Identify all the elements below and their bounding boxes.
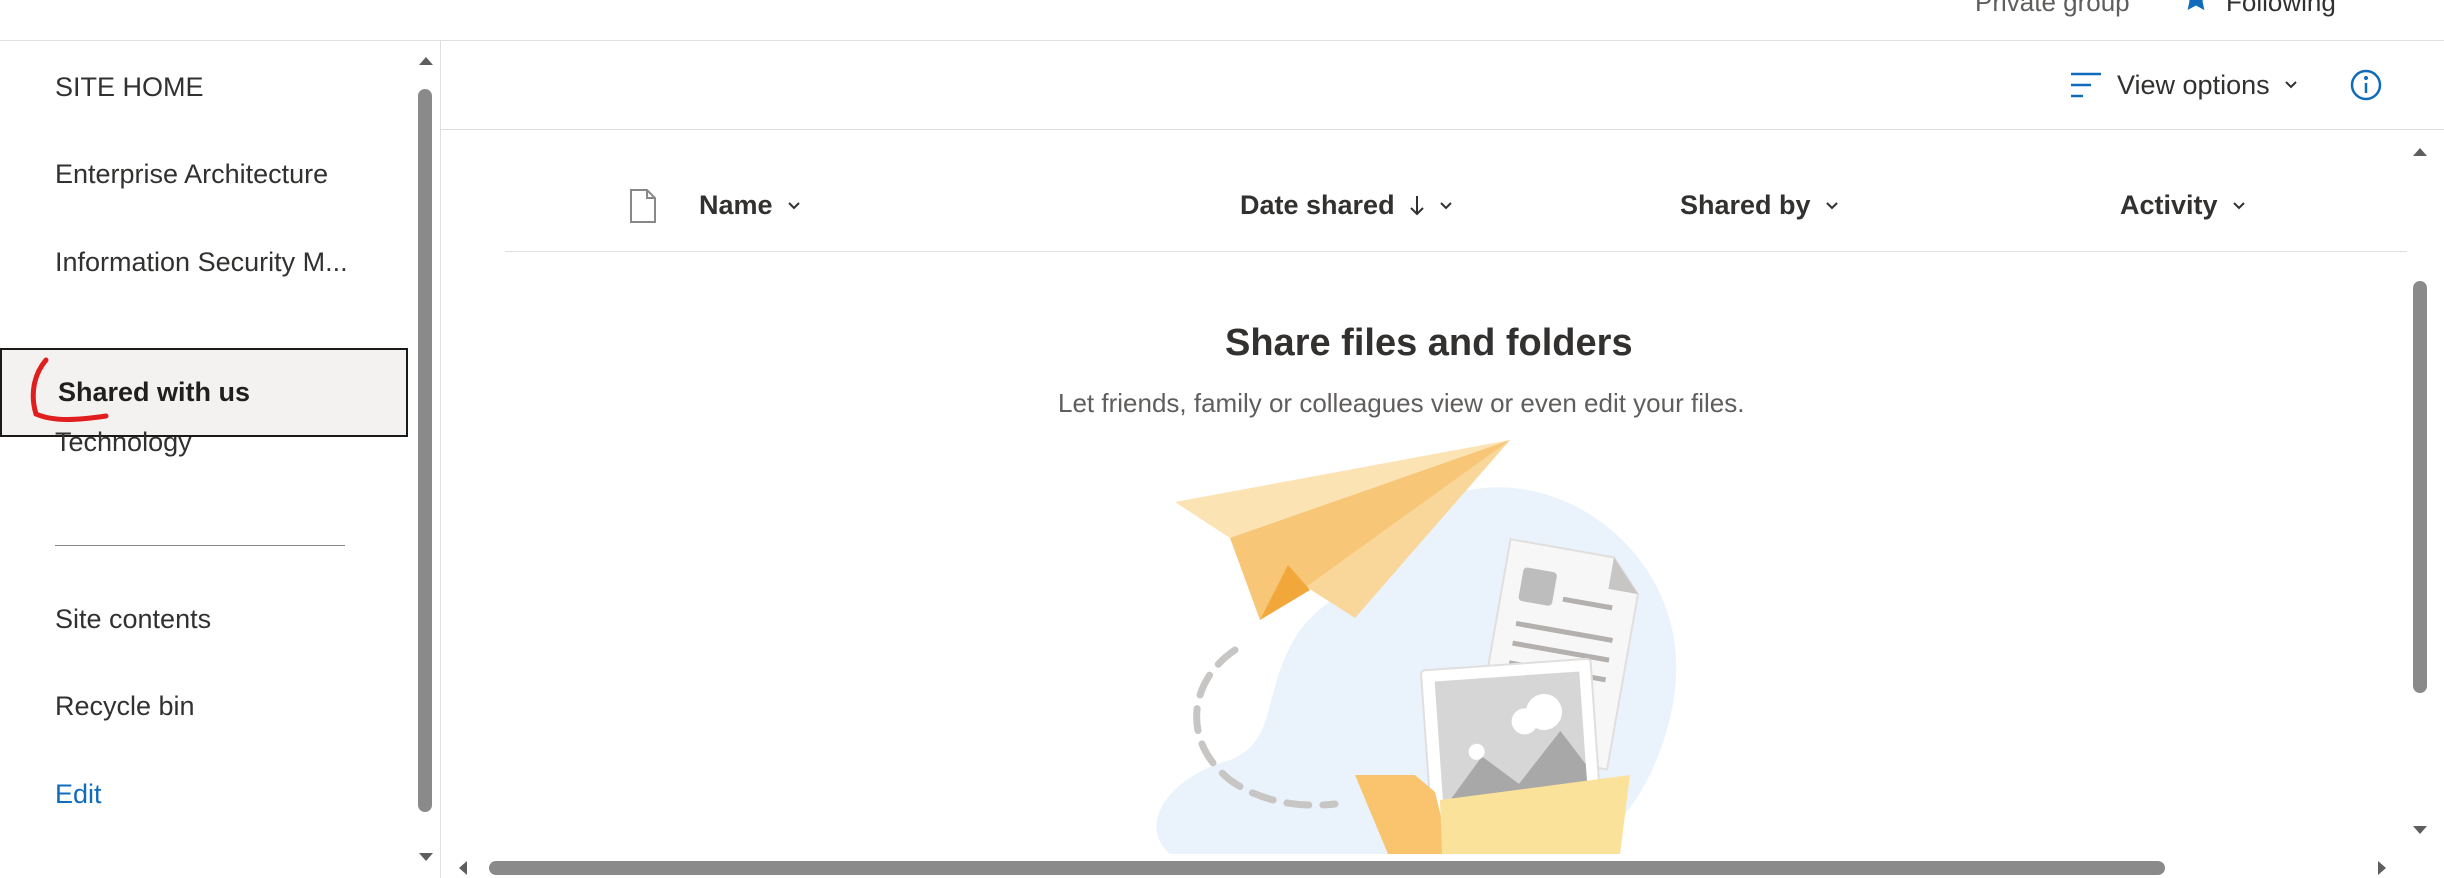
column-header-name[interactable]: Name xyxy=(699,190,801,221)
column-header-date-shared[interactable]: Date shared xyxy=(1240,190,1453,221)
content-vertical-scrollbar-thumb[interactable] xyxy=(2413,281,2427,693)
empty-state-title: Share files and folders xyxy=(1225,322,1633,364)
column-header-shared-by[interactable]: Shared by xyxy=(1680,190,1839,221)
sort-down-arrow-icon xyxy=(1409,195,1424,215)
scroll-up-arrow-icon[interactable] xyxy=(418,55,434,67)
column-header-name-label: Name xyxy=(699,190,773,220)
nav-scrollbar[interactable] xyxy=(412,41,441,878)
column-header-shared-by-label: Shared by xyxy=(1680,190,1811,220)
nav-edit-link[interactable]: Edit xyxy=(55,779,102,810)
scroll-up-arrow-icon[interactable] xyxy=(2412,146,2428,158)
info-icon[interactable] xyxy=(2349,68,2383,102)
scroll-right-arrow-icon[interactable] xyxy=(2376,860,2388,876)
nav-site-contents[interactable]: Site contents xyxy=(55,604,211,635)
column-header-date-shared-label: Date shared xyxy=(1240,190,1395,220)
content-horizontal-scrollbar-thumb[interactable] xyxy=(489,861,2165,875)
scroll-down-arrow-icon[interactable] xyxy=(2412,824,2428,836)
top-header: Private group Following xyxy=(0,0,2444,41)
view-options-button[interactable]: View options xyxy=(2069,41,2298,129)
nav-site-home[interactable]: SITE HOME xyxy=(55,72,204,103)
nav-recycle-bin[interactable]: Recycle bin xyxy=(55,691,195,722)
share-files-illustration xyxy=(1156,440,1677,854)
nav-item-technology[interactable]: Technology xyxy=(55,427,192,458)
following-button[interactable]: Following xyxy=(2226,0,2336,18)
scroll-left-arrow-icon[interactable] xyxy=(457,860,469,876)
view-options-icon xyxy=(2071,72,2101,98)
column-header-activity[interactable]: Activity xyxy=(2120,190,2246,221)
content-horizontal-scrollbar[interactable] xyxy=(441,852,2404,878)
chevron-down-icon xyxy=(787,201,800,209)
scroll-down-arrow-icon[interactable] xyxy=(418,851,434,863)
nav-item-enterprise-architecture[interactable]: Enterprise Architecture xyxy=(55,159,328,190)
left-navigation: SITE HOME Enterprise Architecture Inform… xyxy=(0,41,440,878)
command-bar: View options xyxy=(441,41,2444,130)
file-type-icon[interactable] xyxy=(628,188,658,224)
chevron-down-icon xyxy=(2232,201,2245,209)
column-header-activity-label: Activity xyxy=(2120,190,2218,220)
chevron-down-icon xyxy=(1825,201,1838,209)
star-icon[interactable] xyxy=(2180,0,2212,14)
view-options-label: View options xyxy=(2117,69,2270,100)
nav-item-information-security[interactable]: Information Security M... xyxy=(55,247,348,278)
list-column-headers: Name Date shared Shared by Activity xyxy=(505,168,2407,252)
content-vertical-scrollbar[interactable] xyxy=(2404,130,2444,850)
nav-scrollbar-thumb[interactable] xyxy=(418,89,432,812)
chevron-down-icon xyxy=(2284,81,2297,89)
empty-state-subtitle: Let friends, family or colleagues view o… xyxy=(1058,388,1745,418)
chevron-down-icon xyxy=(1439,201,1452,209)
red-annotation-mark xyxy=(30,357,109,422)
group-privacy-label: Private group xyxy=(1975,0,2130,17)
nav-divider xyxy=(55,545,345,546)
